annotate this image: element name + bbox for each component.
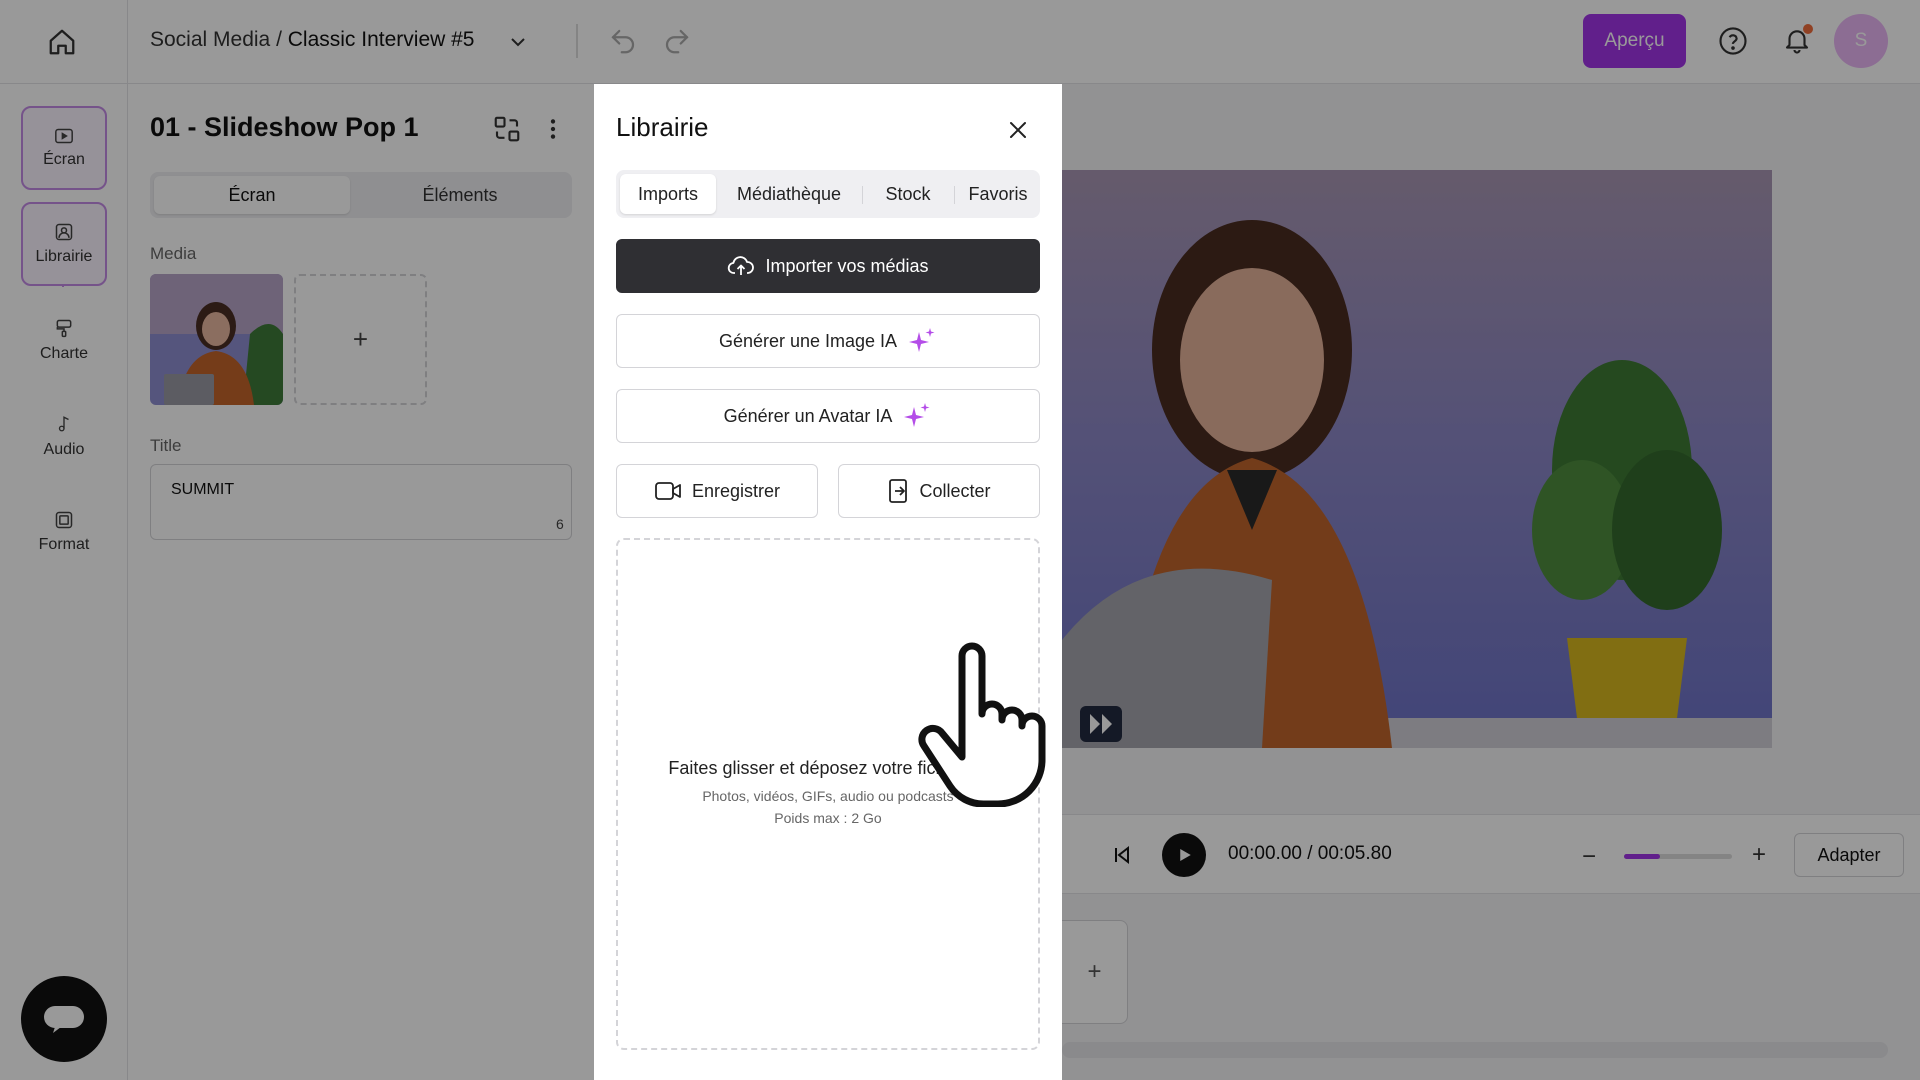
- video-camera-icon: [655, 482, 681, 500]
- dropzone-limit: Poids max : 2 Go: [774, 810, 882, 826]
- modal-title: Librairie: [616, 112, 709, 142]
- generate-avatar-button[interactable]: Générer un Avatar IA: [616, 389, 1040, 443]
- import-media-button[interactable]: Importer vos médias: [616, 239, 1040, 293]
- generate-image-label: Générer une Image IA: [718, 330, 898, 351]
- record-button[interactable]: Enregistrer: [616, 464, 818, 518]
- collect-button[interactable]: Collecter: [838, 464, 1040, 518]
- tab-separator: [954, 186, 955, 204]
- generate-image-button[interactable]: Générer une Image IA: [616, 314, 1040, 368]
- collect-label: Collecter: [919, 480, 991, 501]
- import-media-label: Importer vos médias: [765, 255, 929, 276]
- library-modal: Librairie Imports Médiathèque Stock Favo…: [594, 84, 1062, 1080]
- modal-tabs: Imports Médiathèque Stock Favoris: [616, 170, 1040, 218]
- generate-avatar-label: Générer un Avatar IA: [723, 405, 893, 426]
- tab-imports[interactable]: Imports: [620, 174, 716, 214]
- tab-stock[interactable]: Stock: [866, 174, 950, 214]
- record-label: Enregistrer: [691, 480, 781, 501]
- cloud-upload-icon: [728, 256, 755, 275]
- tab-mediatheque[interactable]: Médiathèque: [720, 174, 858, 214]
- tab-favoris[interactable]: Favoris: [958, 174, 1038, 214]
- sparkle-icon: [904, 403, 930, 427]
- tab-separator: [862, 186, 863, 204]
- hand-pointer-icon: [918, 642, 1046, 807]
- sparkle-icon: [909, 328, 935, 352]
- collect-icon: [889, 479, 908, 503]
- close-icon[interactable]: [1006, 118, 1030, 142]
